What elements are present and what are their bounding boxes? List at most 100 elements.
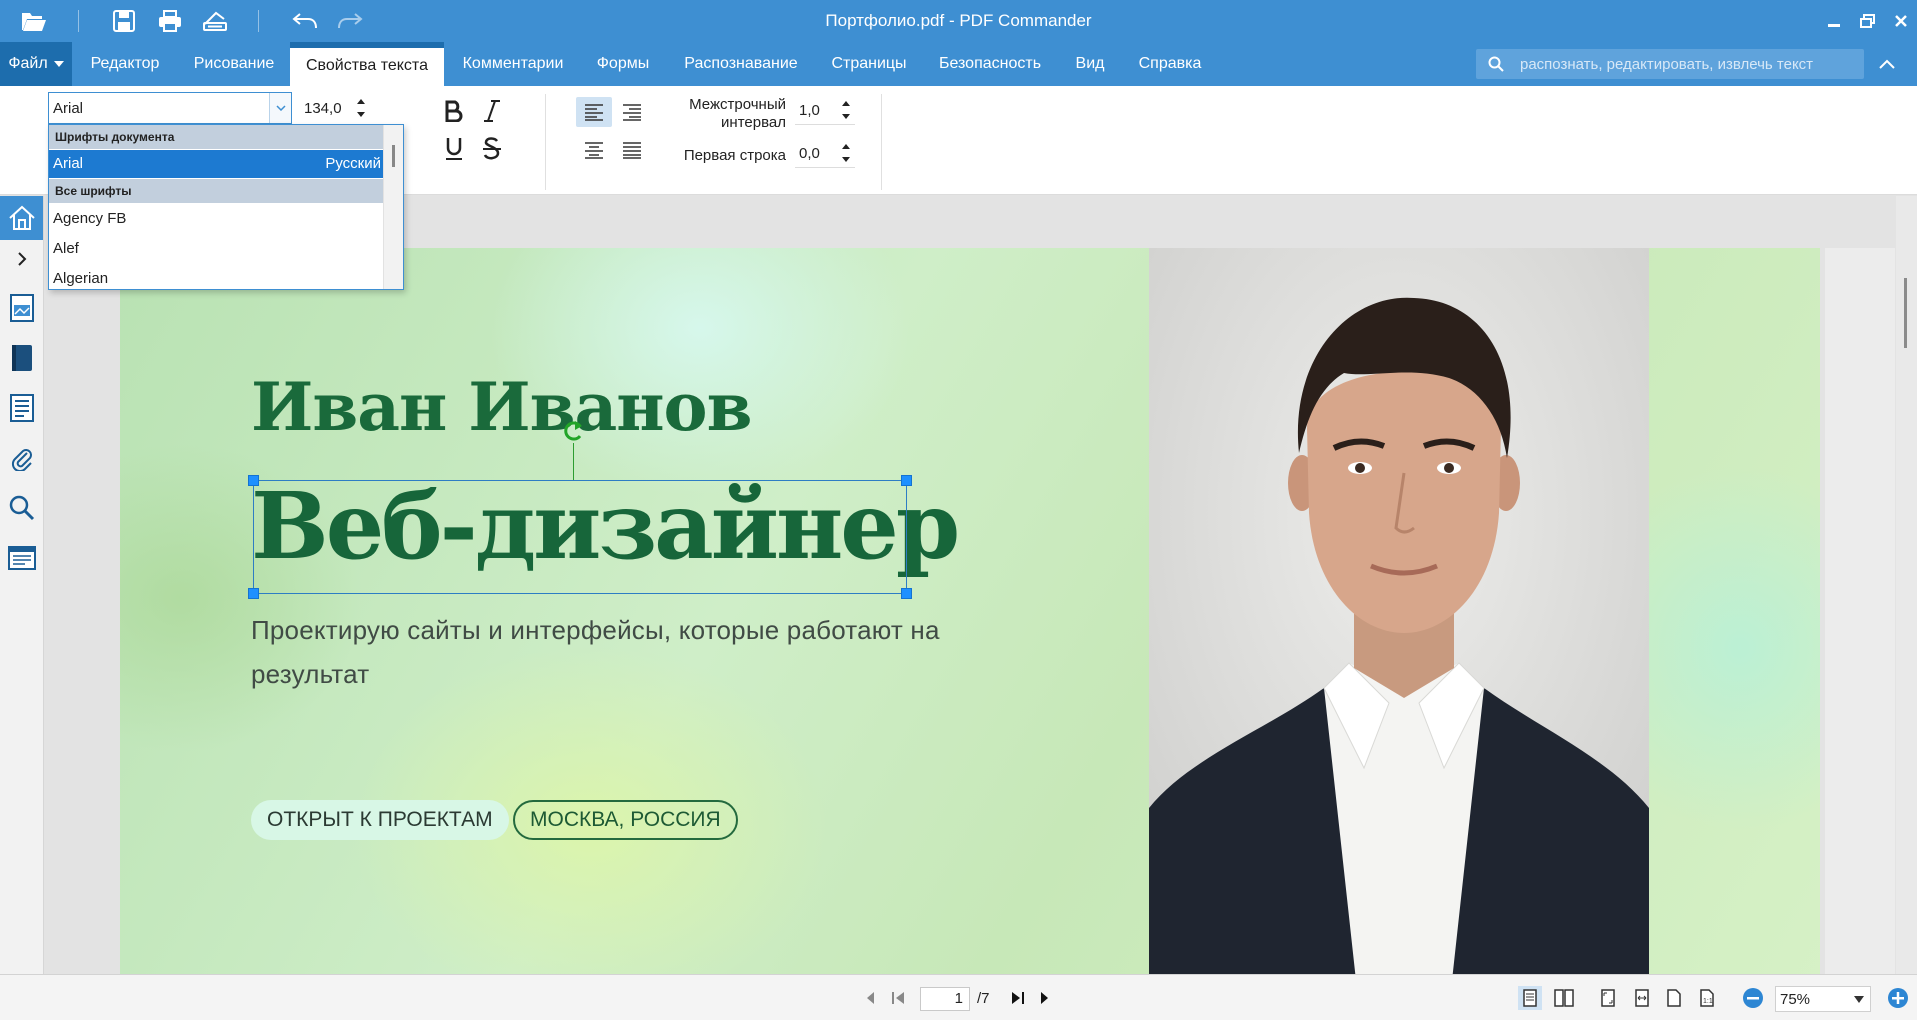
- rotate-handle-icon[interactable]: [560, 418, 586, 444]
- line-spacing-label-line1: Межстрочный: [689, 96, 786, 113]
- first-line-value: 0,0: [799, 145, 820, 162]
- tab-help[interactable]: Справка: [1130, 42, 1210, 86]
- page-icon[interactable]: [1662, 986, 1686, 1010]
- line-spacing-value: 1,0: [799, 102, 820, 119]
- badge-open-to-projects[interactable]: ОТКРЫТ К ПРОЕКТАМ: [251, 800, 509, 840]
- fit-width-icon[interactable]: [1630, 986, 1654, 1010]
- bookmarks-icon[interactable]: [0, 336, 43, 380]
- next-page-icon[interactable]: [1033, 986, 1057, 1010]
- tab-security[interactable]: Безопасность: [930, 42, 1050, 86]
- save-icon[interactable]: [107, 5, 141, 37]
- home-icon[interactable]: [0, 196, 43, 240]
- fit-page-icon[interactable]: [1596, 986, 1620, 1010]
- collapse-ribbon-icon[interactable]: [1872, 50, 1902, 78]
- person-name[interactable]: Иван Иванов: [251, 368, 752, 446]
- dropdown-scroll-thumb[interactable]: [392, 145, 395, 167]
- resize-handle-bottom-left[interactable]: [248, 588, 259, 599]
- font-size-value: 134,0: [304, 100, 342, 117]
- text-selection-box[interactable]: [248, 475, 912, 599]
- status-bar: 1 /7 1:1 75%: [0, 974, 1917, 1020]
- vertical-scroll-thumb[interactable]: [1904, 278, 1907, 348]
- dropdown-item-algerian[interactable]: Algerian: [49, 265, 383, 289]
- close-icon[interactable]: [1886, 6, 1916, 36]
- title-bar: Портфолио.pdf - PDF Commander: [0, 0, 1917, 42]
- badge-location[interactable]: МОСКВА, РОССИЯ: [513, 800, 738, 840]
- tab-pages[interactable]: Страницы: [820, 42, 918, 86]
- spinner-arrows-icon[interactable]: [354, 95, 368, 121]
- open-folder-icon[interactable]: [17, 5, 51, 37]
- minimize-icon[interactable]: [1819, 6, 1849, 36]
- print-icon[interactable]: [153, 5, 187, 37]
- pdf-page[interactable]: Иван Иванов Веб-дизайнер Проектирую сайт…: [120, 248, 1820, 974]
- tab-recognition[interactable]: Распознавание: [674, 42, 808, 86]
- single-page-view-icon[interactable]: [1518, 986, 1542, 1010]
- first-line-stepper[interactable]: 0,0: [795, 138, 855, 168]
- resize-handle-bottom-right[interactable]: [901, 588, 912, 599]
- dropdown-item-agency-fb[interactable]: Agency FB: [49, 205, 383, 233]
- page-margin-area: [1825, 248, 1895, 974]
- menu-bar: Файл Редактор Рисование Свойства текста …: [0, 42, 1917, 86]
- font-family-select[interactable]: Arial: [48, 92, 292, 124]
- spinner-arrows-icon[interactable]: [839, 97, 853, 123]
- underline-icon[interactable]: [438, 133, 470, 165]
- align-left-icon[interactable]: [576, 97, 612, 127]
- line-spacing-stepper[interactable]: 1,0: [795, 95, 855, 125]
- chevron-down-icon[interactable]: [269, 93, 291, 123]
- current-page-input[interactable]: 1: [920, 987, 970, 1011]
- actual-size-icon[interactable]: 1:1: [1695, 986, 1719, 1010]
- two-page-view-icon[interactable]: [1552, 986, 1576, 1010]
- document-viewport[interactable]: Иван Иванов Веб-дизайнер Проектирую сайт…: [45, 196, 1917, 974]
- font-dropdown-list[interactable]: Шрифты документа Arial Русский Все шрифт…: [48, 124, 404, 290]
- vertical-scrollbar[interactable]: [1896, 196, 1917, 974]
- first-page-icon[interactable]: [886, 986, 910, 1010]
- expand-sidebar-icon[interactable]: [0, 244, 43, 274]
- subtitle-text[interactable]: Проектирую сайты и интерфейсы, которые р…: [251, 608, 1011, 696]
- dropdown-item-label: Arial: [53, 155, 84, 172]
- line-spacing-label: Межстрочный интервал: [660, 96, 786, 132]
- dropdown-item-arial[interactable]: Arial Русский: [49, 150, 383, 178]
- align-right-icon[interactable]: [614, 97, 650, 127]
- scan-icon[interactable]: [198, 5, 232, 37]
- tab-editor[interactable]: Редактор: [80, 42, 170, 86]
- tab-text-properties[interactable]: Свойства текста: [290, 42, 444, 86]
- tab-drawing[interactable]: Рисование: [182, 42, 286, 86]
- zoom-in-icon[interactable]: [1886, 986, 1910, 1010]
- bold-icon[interactable]: [438, 95, 470, 127]
- italic-icon[interactable]: [476, 95, 508, 127]
- zoom-level-select[interactable]: 75%: [1775, 986, 1871, 1012]
- dropdown-group-document-fonts: Шрифты документа: [49, 125, 383, 149]
- file-menu-label: Файл: [8, 55, 48, 72]
- line-spacing-label-line2: интервал: [721, 114, 786, 131]
- dropdown-group-all-fonts: Все шрифты: [49, 179, 383, 203]
- zoom-out-icon[interactable]: [1741, 986, 1765, 1010]
- page-thumbnails-icon[interactable]: [0, 286, 43, 330]
- previous-page-icon[interactable]: [858, 986, 882, 1010]
- search-input[interactable]: [1520, 49, 1856, 79]
- restore-icon[interactable]: [1853, 6, 1883, 36]
- strikethrough-icon[interactable]: [476, 133, 508, 165]
- file-menu-button[interactable]: Файл: [0, 42, 72, 86]
- dropdown-item-alef[interactable]: Alef: [49, 235, 383, 263]
- dropdown-item-language: Русский: [325, 155, 381, 172]
- search-icon[interactable]: [0, 486, 43, 530]
- document-icon[interactable]: [0, 386, 43, 430]
- text-recognition-icon[interactable]: [0, 536, 43, 580]
- dropdown-scrollbar[interactable]: [383, 125, 403, 289]
- font-size-stepper[interactable]: 134,0: [300, 93, 370, 123]
- search-box: [1476, 49, 1864, 79]
- tab-forms[interactable]: Формы: [584, 42, 662, 86]
- chevron-down-icon[interactable]: [1854, 996, 1864, 1003]
- undo-icon[interactable]: [288, 5, 322, 37]
- resize-handle-top-left[interactable]: [248, 475, 259, 486]
- chevron-down-icon: [53, 61, 64, 67]
- spinner-arrows-icon[interactable]: [839, 140, 853, 166]
- last-page-icon[interactable]: [1006, 986, 1030, 1010]
- tab-view[interactable]: Вид: [1062, 42, 1118, 86]
- align-center-icon[interactable]: [576, 135, 612, 165]
- font-family-value: Arial: [53, 100, 84, 117]
- redo-icon[interactable]: [333, 5, 367, 37]
- tab-comments[interactable]: Комментарии: [454, 42, 572, 86]
- align-justify-icon[interactable]: [614, 135, 650, 165]
- attachment-icon[interactable]: [0, 436, 43, 480]
- resize-handle-top-right[interactable]: [901, 475, 912, 486]
